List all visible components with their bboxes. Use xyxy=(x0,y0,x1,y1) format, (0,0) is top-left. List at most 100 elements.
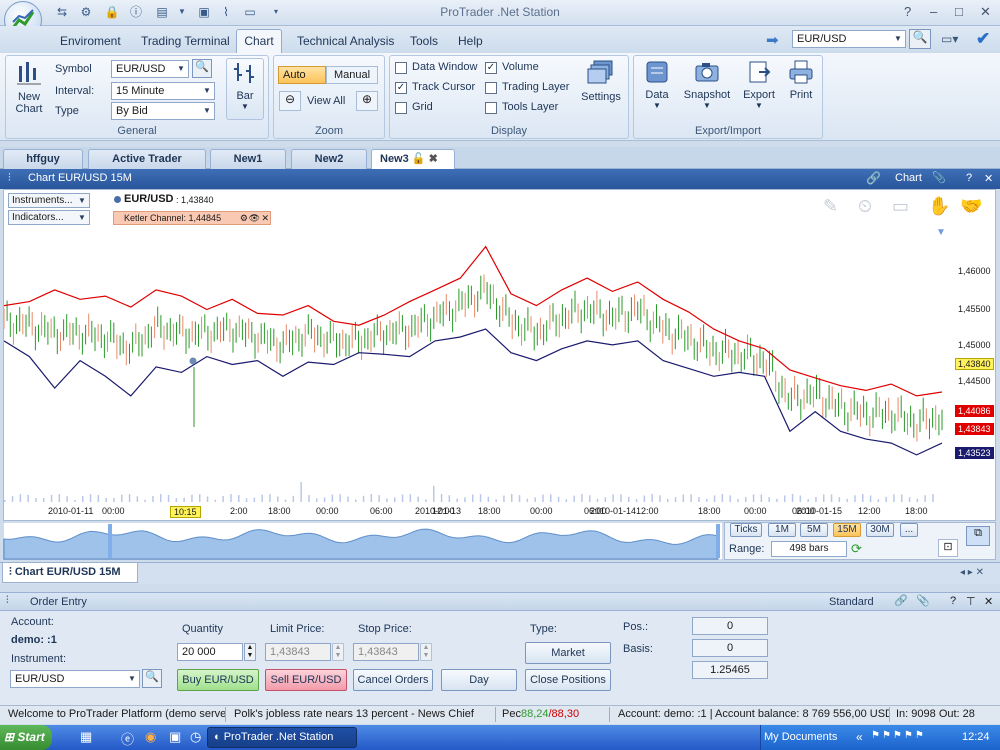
menu-technical-analysis[interactable]: Technical Analysis xyxy=(297,34,394,48)
tab-new1[interactable]: New1 xyxy=(210,149,286,169)
bar-type-button[interactable]: Bar ▼ xyxy=(226,58,264,120)
quicklaunch-clock-icon[interactable]: ◷ xyxy=(190,729,201,745)
tab-new3[interactable]: New3 🔓 ✖ xyxy=(371,149,455,169)
quantity-stepper[interactable]: ▲ ▼ xyxy=(244,643,256,661)
menu-chart[interactable]: Chart xyxy=(236,29,282,54)
track-cursor-checkbox[interactable]: ✓ xyxy=(395,82,407,94)
clock-icon[interactable]: ⏲ xyxy=(858,196,872,217)
navigator-fit-icon[interactable]: ⊡ xyxy=(938,539,958,557)
view-all-button[interactable]: View All xyxy=(307,95,345,107)
chart-close-button[interactable]: ✕ xyxy=(984,172,993,185)
navigator-right-handle[interactable] xyxy=(716,524,720,558)
new-chart-button[interactable]: New Chart xyxy=(12,58,46,120)
start-button[interactable]: ⊞ Start xyxy=(0,725,52,750)
limit-price-input[interactable]: 1,43843 xyxy=(265,643,331,661)
tab-scroll-icon[interactable]: ◂ ▸ ✕ xyxy=(960,567,984,578)
indicator-settings-icon[interactable]: ⚙ xyxy=(240,212,248,224)
print-button[interactable]: Print xyxy=(783,58,819,101)
status-news[interactable]: Polk's jobless rate nears 13 percent - N… xyxy=(230,707,496,722)
volume-checkbox[interactable]: ✓ xyxy=(485,62,497,74)
pencil-icon[interactable]: ✎ xyxy=(823,196,838,217)
eye-icon[interactable]: 👁 xyxy=(249,212,260,224)
zoom-manual-button[interactable]: Manual xyxy=(326,66,378,84)
instrument-select[interactable]: EUR/USD ▼ xyxy=(10,670,140,688)
navigator-left-handle[interactable] xyxy=(108,524,112,558)
data-button[interactable]: Data ▼ xyxy=(638,58,676,110)
range-button-30M[interactable]: 30M xyxy=(866,523,894,537)
chevron-down-icon[interactable]: ▼ xyxy=(892,32,904,46)
settings-button[interactable]: Settings xyxy=(578,58,624,103)
navigator-expand-icon[interactable]: ⧉ xyxy=(966,526,990,546)
chevron-down-icon[interactable]: ▼ xyxy=(201,104,213,118)
maximize-button[interactable]: □ xyxy=(955,4,963,19)
taskbar-app-button[interactable]: ◐ ProTrader .Net Station xyxy=(207,727,357,748)
quicklaunch-desktop-icon[interactable]: ▦ xyxy=(80,729,92,745)
snapshot-button[interactable]: Snapshot ▼ xyxy=(682,58,732,110)
tools-layer-checkbox[interactable] xyxy=(485,102,497,114)
stop-price-input[interactable]: 1,43843 xyxy=(353,643,419,661)
lock-icon[interactable]: 🔓 xyxy=(412,153,426,165)
quicklaunch-firefox-icon[interactable]: ◉ xyxy=(145,729,156,745)
chevron-down-icon[interactable]: ▼ xyxy=(175,62,187,76)
chevron-down-icon[interactable]: ▼ xyxy=(201,84,213,98)
menu-help[interactable]: Help xyxy=(458,34,483,48)
type-select[interactable]: By Bid ▼ xyxy=(111,102,215,120)
minimize-button[interactable]: – xyxy=(930,4,937,19)
range-button-15M[interactable]: 15M xyxy=(833,523,861,537)
layout-icon[interactable]: ▭▾ xyxy=(941,32,958,46)
order-link-icon[interactable]: 🔗 xyxy=(894,594,908,607)
range-button-xxx[interactable]: ... xyxy=(900,523,918,537)
grid-checkbox[interactable] xyxy=(395,102,407,114)
my-documents-link[interactable]: My Documents xyxy=(764,731,837,743)
tray-icons[interactable]: ⚑⚑⚑⚑⚑ xyxy=(871,730,926,741)
symbol-search-icon[interactable]: 🔍 xyxy=(192,59,212,78)
chevron-down-icon[interactable]: ▼ xyxy=(76,212,88,223)
refresh-icon[interactable]: ⟳ xyxy=(851,541,862,557)
global-search-icon[interactable]: 🔍 xyxy=(909,29,931,49)
instruments-dropdown[interactable]: Instruments... ▼ xyxy=(8,193,90,208)
zoom-auto-button[interactable]: Auto xyxy=(278,66,326,84)
tab-active-trader[interactable]: Active Trader xyxy=(88,149,206,169)
data-window-checkbox[interactable] xyxy=(395,62,407,74)
tray-expand-icon[interactable]: « xyxy=(856,730,863,744)
range-button-1M[interactable]: 1M xyxy=(768,523,796,537)
order-pin-icon[interactable]: ⊤ xyxy=(966,595,976,608)
sell-button[interactable]: Sell EUR/USD xyxy=(265,669,347,691)
link-icon[interactable]: 🔗 xyxy=(866,171,881,185)
quicklaunch-ie-icon[interactable]: ⓔ xyxy=(121,729,134,748)
range-button-5M[interactable]: 5M xyxy=(800,523,828,537)
order-help-button[interactable]: ? xyxy=(950,595,956,607)
order-mode[interactable]: Standard xyxy=(829,596,874,608)
export-button[interactable]: Export ▼ xyxy=(740,58,778,110)
chevron-down-icon[interactable]: ▼ xyxy=(76,195,88,206)
menu-enviroment[interactable]: Enviroment xyxy=(60,34,121,48)
zoom-out-icon[interactable]: ⊖ xyxy=(279,91,301,111)
help-button[interactable]: ? xyxy=(904,4,911,19)
chart-bottom-tab[interactable]: ⫶ Chart EUR/USD 15M xyxy=(2,563,138,583)
close-positions-button[interactable]: Close Positions xyxy=(525,669,611,691)
day-button[interactable]: Day xyxy=(441,669,517,691)
quantity-input[interactable]: 20 000 xyxy=(177,643,243,661)
order-close-button[interactable]: ✕ xyxy=(984,595,993,608)
hand-icon[interactable]: ✋ xyxy=(928,196,950,217)
market-button[interactable]: Market xyxy=(525,642,611,664)
range-button-Ticks[interactable]: Ticks xyxy=(730,523,762,537)
buy-button[interactable]: Buy EUR/USD xyxy=(177,669,259,691)
attach-icon[interactable]: 📎 xyxy=(932,171,946,184)
monitor-icon[interactable]: ▭ xyxy=(892,196,909,217)
symbol-select[interactable]: EUR/USD ▼ xyxy=(111,60,189,78)
tab-hffguy[interactable]: hffguy xyxy=(3,149,83,169)
menu-trading-terminal[interactable]: Trading Terminal xyxy=(141,34,230,48)
interval-select[interactable]: 15 Minute ▼ xyxy=(111,82,215,100)
indicators-dropdown[interactable]: Indicators... ▼ xyxy=(8,210,90,225)
zoom-in-icon[interactable]: ⊕ xyxy=(356,91,378,111)
chevron-down-icon[interactable]: ▼ xyxy=(126,672,138,686)
handshake-icon[interactable]: 🤝 xyxy=(960,196,982,217)
stop-stepper[interactable]: ▲ ▼ xyxy=(420,643,432,661)
range-input[interactable]: 498 bars xyxy=(771,541,847,557)
quicklaunch-app-icon[interactable]: ▣ xyxy=(169,729,181,745)
order-attach-icon[interactable]: 📎 xyxy=(916,594,930,607)
close-tab-icon[interactable]: ✖ xyxy=(429,153,438,165)
price-chart[interactable] xyxy=(4,227,950,502)
menu-tools[interactable]: Tools xyxy=(410,34,438,48)
